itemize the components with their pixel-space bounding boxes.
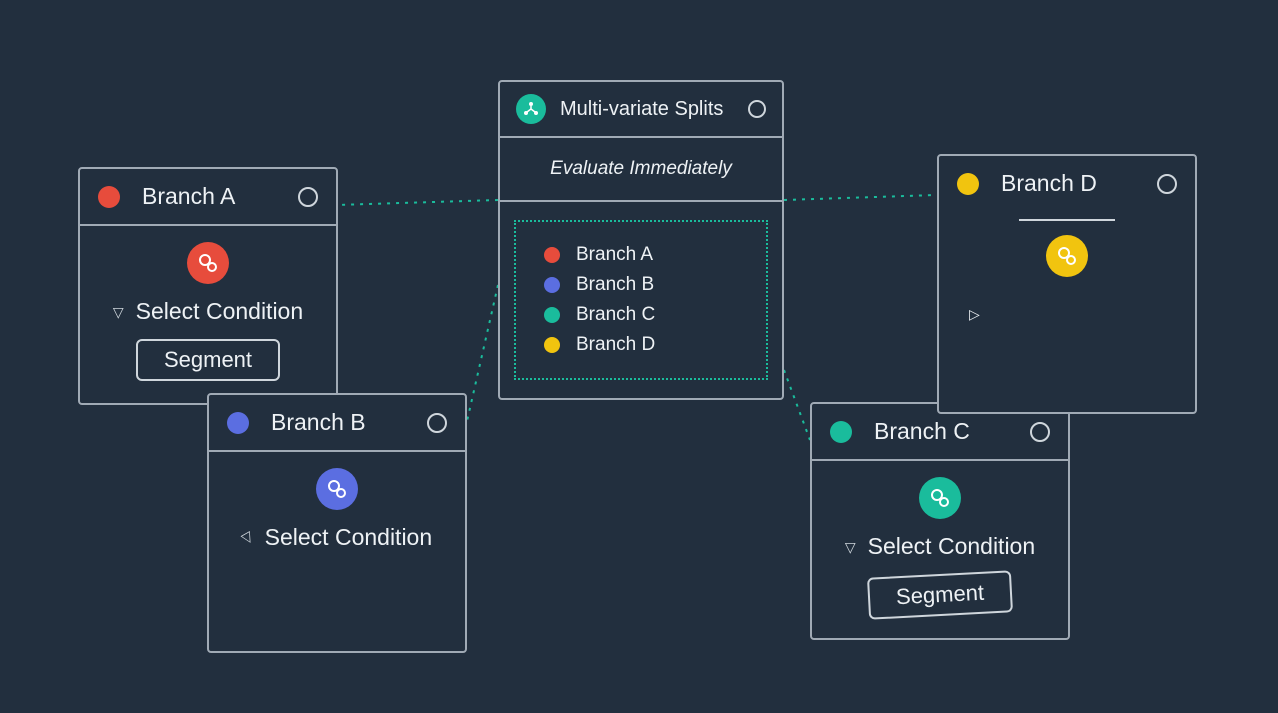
evaluate-mode-label: Evaluate Immediately — [500, 136, 782, 202]
card-header: Multi-variate Splits — [500, 82, 782, 136]
segment-pill[interactable]: Segment — [136, 339, 280, 381]
select-label: Select Condition — [136, 298, 304, 325]
dot-icon — [544, 247, 560, 263]
card-header: Branch A — [80, 169, 336, 226]
branch-item-c[interactable]: Branch C — [544, 300, 738, 330]
status-ring-icon — [427, 413, 447, 433]
branch-item-b[interactable]: Branch B — [544, 270, 738, 300]
branch-label: Branch D — [576, 334, 655, 356]
condition-icon — [187, 242, 229, 284]
card-body — [939, 211, 1195, 309]
card-title: Multi-variate Splits — [560, 98, 723, 121]
card-title: Branch C — [874, 418, 970, 445]
branch-item-d[interactable]: Branch D — [544, 330, 738, 360]
dot-icon — [544, 337, 560, 353]
segment-pill[interactable]: Segment — [867, 570, 1013, 619]
select-condition-dropdown[interactable]: ▽ Select Condition — [113, 298, 303, 325]
card-header: Branch D — [939, 156, 1195, 211]
branch-label: Branch A — [576, 244, 653, 266]
play-icon: ▷ — [969, 306, 980, 323]
dot-icon — [544, 277, 560, 293]
select-label: Select Condition — [265, 524, 433, 551]
card-title: Branch A — [142, 183, 235, 210]
dot-icon — [830, 421, 852, 443]
select-condition-dropdown[interactable]: ▽ Select Condition — [242, 524, 432, 551]
chevron-down-icon: ▽ — [845, 539, 856, 556]
select-label: Select Condition — [868, 533, 1036, 560]
condition-icon — [919, 477, 961, 519]
branch-a-card[interactable]: Branch A ▽ Select Condition Segment — [78, 167, 338, 405]
branch-label: Branch C — [576, 304, 655, 326]
branch-b-card[interactable]: Branch B ▽ Select Condition — [207, 393, 467, 653]
dot-icon — [957, 173, 979, 195]
select-condition-dropdown[interactable]: ▽ Select Condition — [845, 533, 1035, 560]
multivariate-splits-card[interactable]: Multi-variate Splits Evaluate Immediatel… — [498, 80, 784, 400]
branch-list[interactable]: Branch A Branch B Branch C Branch D — [514, 220, 768, 380]
chevron-down-icon: ▽ — [113, 304, 124, 321]
dot-icon — [544, 307, 560, 323]
branch-item-a[interactable]: Branch A — [544, 240, 738, 270]
card-body: ▽ Select Condition Segment — [812, 461, 1068, 638]
condition-icon — [316, 468, 358, 510]
branch-d-card[interactable]: Branch D ▷ — [937, 154, 1197, 414]
card-header: Branch B — [209, 395, 465, 452]
condition-icon — [1046, 235, 1088, 277]
branch-c-card[interactable]: Branch C ▽ Select Condition Segment — [810, 402, 1070, 640]
card-body: ▽ Select Condition — [209, 452, 465, 587]
status-ring-icon — [748, 100, 766, 118]
card-body: ▽ Select Condition Segment — [80, 226, 336, 403]
card-title: Branch D — [1001, 170, 1097, 197]
status-ring-icon — [1030, 422, 1050, 442]
chevron-down-icon: ▽ — [238, 527, 256, 547]
status-ring-icon — [298, 187, 318, 207]
dot-icon — [227, 412, 249, 434]
card-title: Branch B — [271, 409, 366, 436]
status-ring-icon — [1157, 174, 1177, 194]
dot-icon — [98, 186, 120, 208]
divider — [1019, 219, 1115, 221]
split-icon — [516, 94, 546, 124]
branch-label: Branch B — [576, 274, 654, 296]
